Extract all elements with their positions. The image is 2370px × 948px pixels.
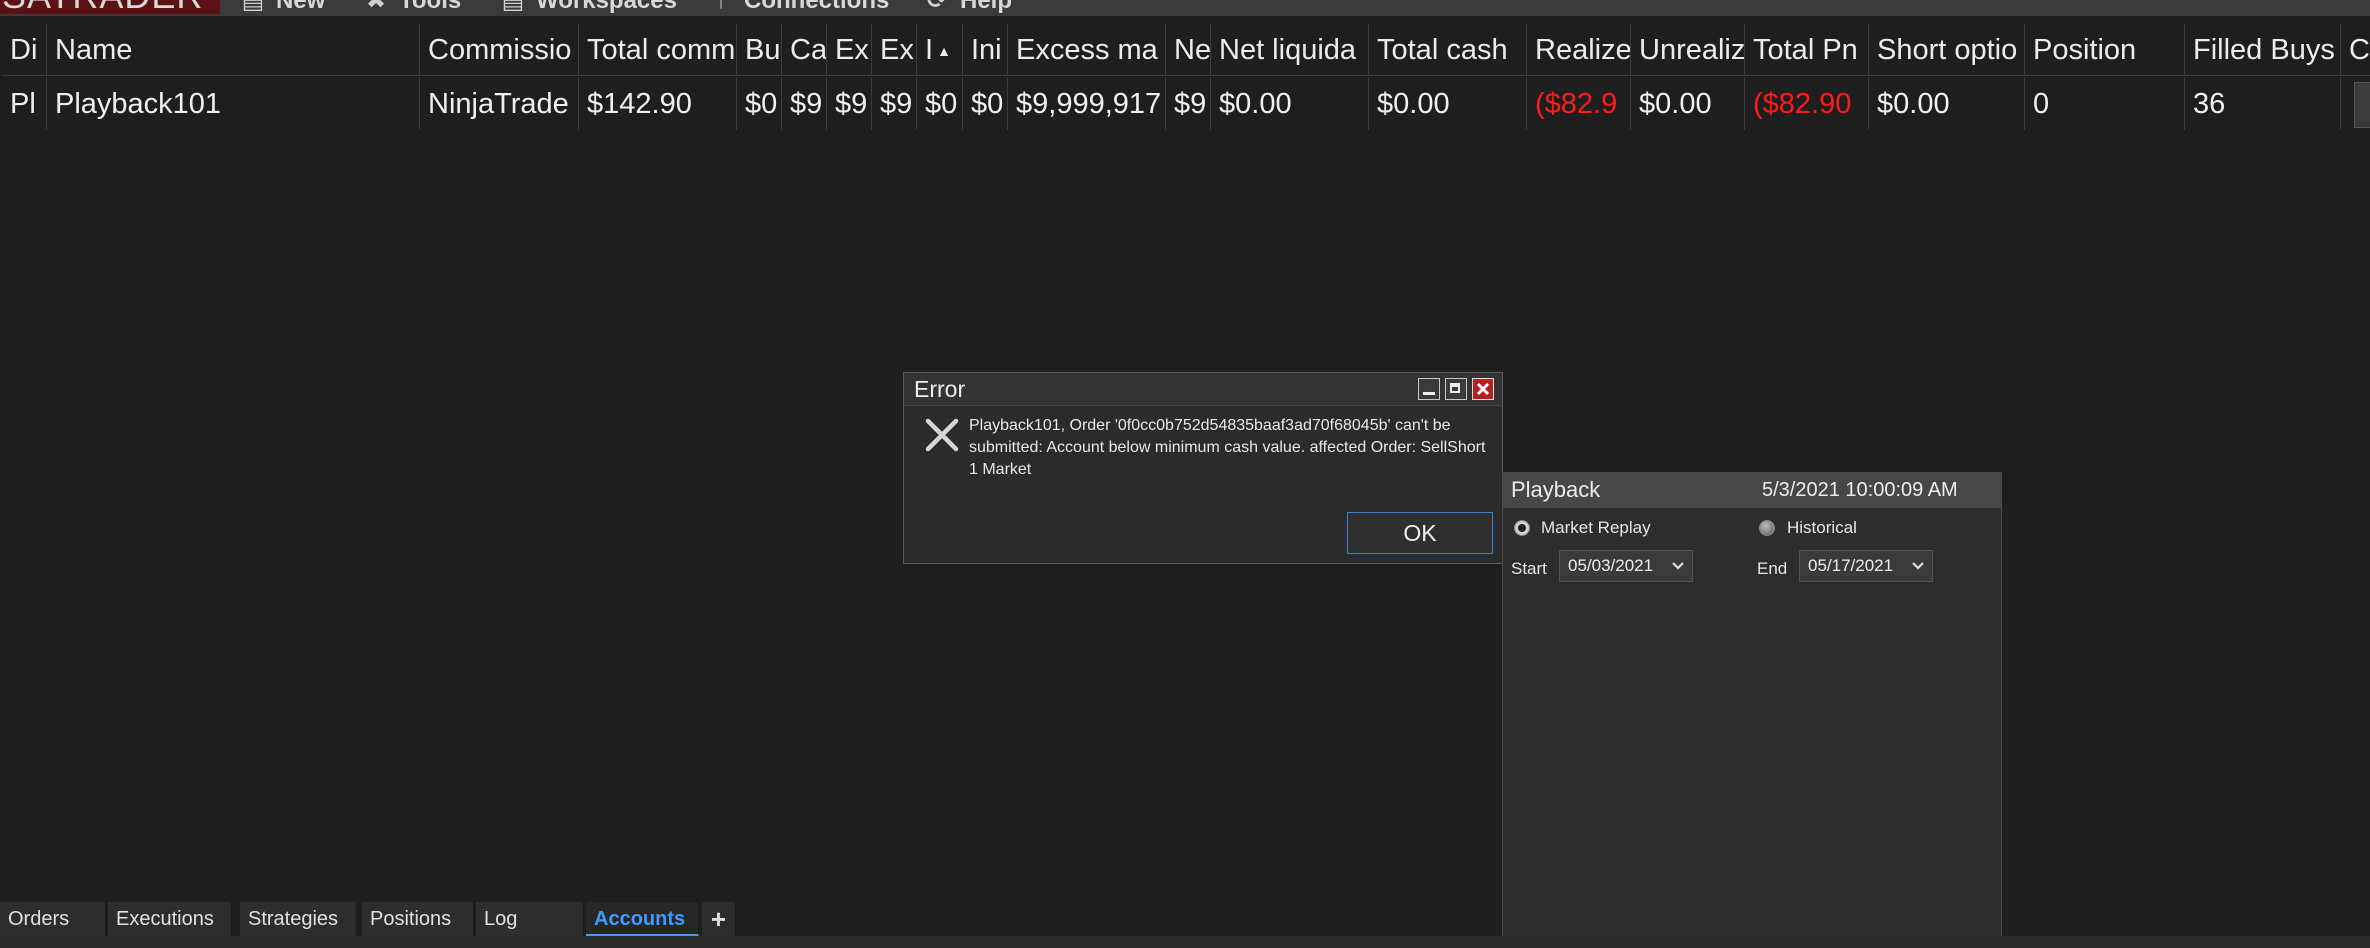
menu-tools[interactable]: ✖ Tools <box>363 0 461 16</box>
dialog-title: Error <box>914 376 966 402</box>
brand-logo: SATRADER <box>0 0 220 14</box>
col-header-total-pnl[interactable]: Total Pn <box>1745 24 1869 76</box>
status-strip <box>0 936 2370 948</box>
col-header-total-commission[interactable]: Total comm <box>579 24 737 76</box>
col-header-commission[interactable]: Commissio <box>420 24 579 76</box>
cell-buying-power: $0 <box>737 78 782 130</box>
bottom-tab-bar: Orders Executions Strategies Positions L… <box>0 902 1500 938</box>
cell-excess-margin: $9,999,917 <box>1008 78 1166 130</box>
historical-radio[interactable] <box>1759 520 1775 536</box>
new-icon: ▤ <box>241 0 265 14</box>
tab-log[interactable]: Log <box>476 902 584 936</box>
col-header-net-liquidation[interactable]: Net liquida <box>1211 24 1369 76</box>
cell-commission: NinjaTrade <box>420 78 579 130</box>
error-x-icon <box>925 418 959 452</box>
row-action-button[interactable] <box>2354 82 2370 128</box>
tab-accounts[interactable]: Accounts <box>586 902 699 936</box>
tab-strategies[interactable]: Strategies <box>240 902 357 936</box>
cell-net: $9 <box>1166 78 1211 130</box>
col-header-excess-1[interactable]: Ex <box>827 24 872 76</box>
menu-new-label: New <box>276 0 326 14</box>
tab-executions[interactable]: Executions <box>108 902 232 936</box>
cell-filled-buys: 36 <box>2185 78 2341 130</box>
sort-ascending-icon: ▲ <box>937 43 951 60</box>
dialog-title-bar[interactable]: Error <box>904 373 1502 406</box>
close-icon[interactable] <box>1472 378 1494 400</box>
menu-help-label: Help <box>960 0 1013 14</box>
menu-connections[interactable]: ↑ Connections <box>708 0 889 16</box>
cell-short-option: $0.00 <box>1869 78 2025 130</box>
playback-panel: Playback 5/3/2021 10:00:09 AM Market Rep… <box>1502 472 2002 948</box>
error-message: Playback101, Order '0f0cc0b752d54835baaf… <box>969 417 1486 478</box>
playback-title: Playback <box>1511 477 1601 502</box>
cell-realized: ($82.9 <box>1527 78 1631 130</box>
col-header-next[interactable]: C <box>2341 24 2370 76</box>
end-date-picker[interactable]: 05/17/2021 <box>1799 550 1933 582</box>
col-header-name[interactable]: Name <box>47 24 420 76</box>
tools-icon: ✖ <box>365 0 387 14</box>
add-tab-button[interactable]: + <box>702 902 736 936</box>
cell-total-pnl: ($82.90 <box>1745 78 1869 130</box>
col-header-realized[interactable]: Realize <box>1527 24 1631 76</box>
col-header-position[interactable]: Position <box>2025 24 2185 76</box>
col-header-filled-buys[interactable]: Filled Buys <box>2185 24 2341 76</box>
playback-time: 5/3/2021 10:00:09 AM <box>1762 479 1958 501</box>
cell-unrealized: $0.00 <box>1631 78 1745 130</box>
ok-button[interactable]: OK <box>1347 512 1493 554</box>
cell-net-liquidation: $0.00 <box>1211 78 1369 130</box>
minimize-icon[interactable] <box>1418 378 1440 400</box>
col-header-total-cash[interactable]: Total cash <box>1369 24 1527 76</box>
col-header-sorted-label: I <box>925 34 934 66</box>
col-header-sorted[interactable]: I ▲ <box>917 24 963 76</box>
col-header-display-name[interactable]: Di <box>2 24 47 76</box>
menu-workspaces-label: Workspaces <box>536 0 677 14</box>
end-date-value: 05/17/2021 <box>1808 556 1894 575</box>
menu-workspaces[interactable]: ▤ Workspaces <box>500 0 677 16</box>
menu-tools-label: Tools <box>399 0 462 14</box>
col-header-initial-margin[interactable]: Ini <box>963 24 1008 76</box>
menu-connections-label: Connections <box>744 0 890 14</box>
menu-new[interactable]: ▤ New <box>240 0 326 16</box>
col-header-excess-margin[interactable]: Excess ma <box>1008 24 1166 76</box>
connections-icon: ↑ <box>715 0 727 14</box>
menu-help[interactable]: ⟳ Help <box>924 0 1012 16</box>
col-header-short-option[interactable]: Short optio <box>1869 24 2025 76</box>
cell-sorted: $0 <box>917 78 963 130</box>
help-icon: ⟳ <box>926 0 948 14</box>
market-replay-label: Market Replay <box>1541 518 1651 537</box>
end-label: End <box>1757 559 1788 578</box>
historical-label: Historical <box>1787 518 1857 537</box>
col-header-unrealized[interactable]: Unrealiz <box>1631 24 1745 76</box>
table-row[interactable]: Pl Playback101 NinjaTrade $142.90 $0 $9 … <box>0 78 2370 132</box>
col-header-net[interactable]: Ne <box>1166 24 1211 76</box>
chevron-down-icon <box>1672 562 1684 570</box>
col-header-buying-power[interactable]: Bu <box>737 24 782 76</box>
error-dialog: Error Playback101, Order '0f0cc0b752d548… <box>903 372 1503 564</box>
tab-positions[interactable]: Positions <box>362 902 474 936</box>
maximize-icon[interactable] <box>1445 378 1467 400</box>
cell-position: 0 <box>2025 78 2185 130</box>
cell-initial-margin: $0 <box>963 78 1008 130</box>
start-date-picker[interactable]: 05/03/2021 <box>1559 550 1693 582</box>
menu-bar: SATRADER ▤ New ✖ Tools ▤ Workspaces ↑ Connec… <box>0 0 2370 16</box>
cell-display-name: Pl <box>2 78 47 130</box>
cell-total-commission: $142.90 <box>579 78 737 130</box>
start-date-value: 05/03/2021 <box>1568 556 1654 575</box>
start-label: Start <box>1511 559 1547 578</box>
cell-excess-1: $9 <box>827 78 872 130</box>
cell-name: Playback101 <box>47 78 420 130</box>
tab-orders[interactable]: Orders <box>0 902 106 936</box>
cell-excess-2: $9 <box>872 78 917 130</box>
workspaces-icon: ▤ <box>501 0 525 14</box>
cell-cash-value: $9 <box>782 78 827 130</box>
app-window: SATRADER ▤ New ✖ Tools ▤ Workspaces ↑ Connec… <box>0 0 2370 948</box>
col-header-cash-value[interactable]: Ca <box>782 24 827 76</box>
grid-header-row: Di Name Commissio Total comm Bu Ca Ex Ex… <box>0 24 2370 78</box>
chevron-down-icon <box>1912 562 1924 570</box>
playback-header[interactable]: Playback 5/3/2021 10:00:09 AM <box>1503 472 2001 508</box>
cell-total-cash: $0.00 <box>1369 78 1527 130</box>
market-replay-radio[interactable] <box>1514 520 1530 536</box>
col-header-excess-2[interactable]: Ex <box>872 24 917 76</box>
